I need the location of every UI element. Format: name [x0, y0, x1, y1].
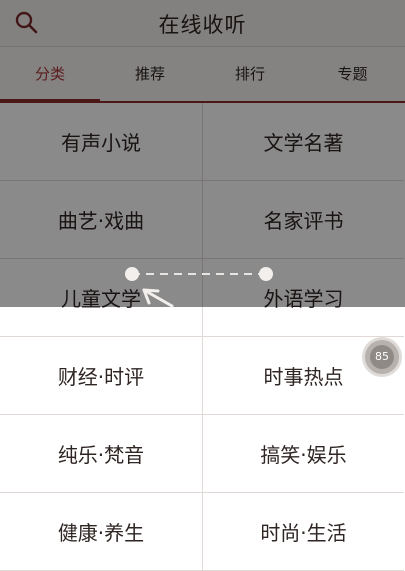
tab-recommend[interactable]: 推荐 [100, 47, 200, 101]
drag-hint-icon [118, 260, 278, 310]
category-item-storytelling[interactable]: 名家评书 [202, 181, 404, 259]
category-item-comedy[interactable]: 搞笑·娱乐 [202, 415, 404, 493]
category-grid: 有声小说 文学名著 曲艺·戏曲 名家评书 儿童文学 外语学习 财经·时评 时事热… [0, 103, 405, 571]
tab-category[interactable]: 分类 [0, 47, 100, 101]
floating-badge[interactable]: 85 [365, 340, 399, 374]
category-item-novel[interactable]: 有声小说 [0, 103, 202, 181]
category-item-music[interactable]: 纯乐·梵音 [0, 415, 202, 493]
floating-badge-value: 85 [370, 345, 394, 369]
category-item-health[interactable]: 健康·养生 [0, 493, 202, 571]
category-item-finance[interactable]: 财经·时评 [0, 337, 202, 415]
category-item-opera[interactable]: 曲艺·戏曲 [0, 181, 202, 259]
app-header: 在线收听 [0, 0, 405, 47]
page-title: 在线收听 [158, 13, 247, 37]
tab-topic[interactable]: 专题 [300, 47, 405, 101]
category-tabs: 分类 推荐 排行 专题 [0, 47, 405, 103]
category-item-classics[interactable]: 文学名著 [202, 103, 404, 181]
category-item-fashion[interactable]: 时尚·生活 [202, 493, 404, 571]
tab-ranking[interactable]: 排行 [200, 47, 300, 101]
